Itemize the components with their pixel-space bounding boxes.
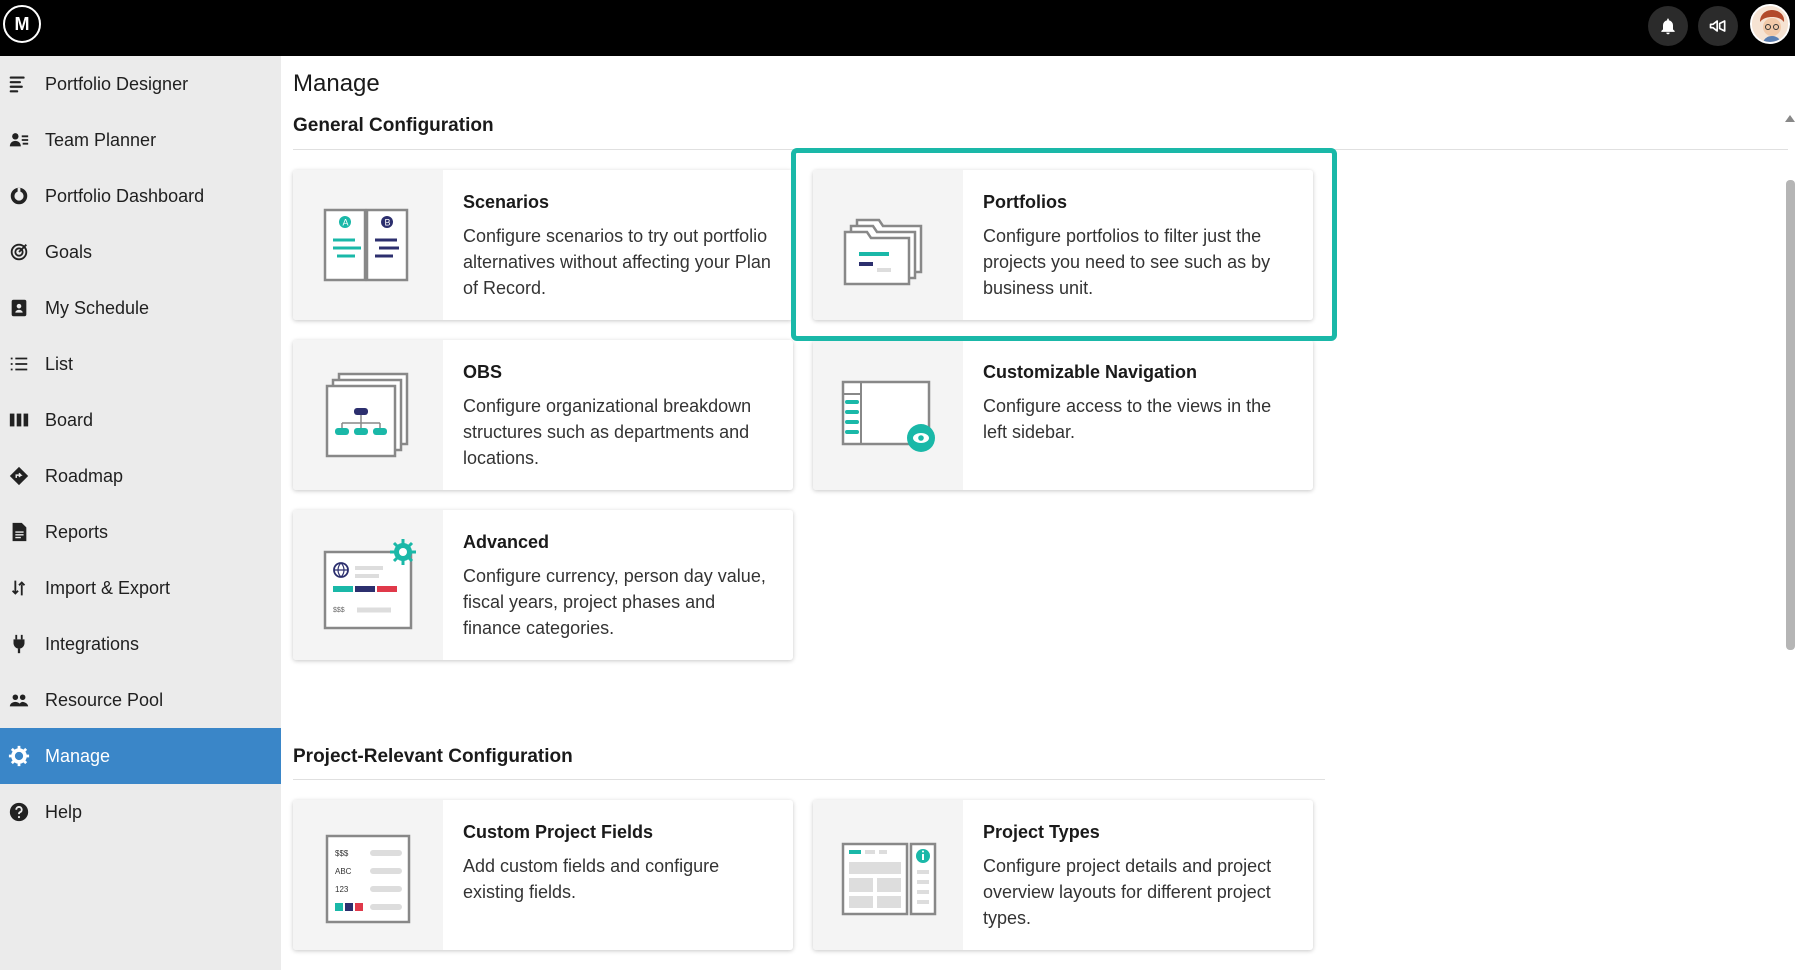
sidebar-item-roadmap[interactable]: Roadmap <box>0 448 281 504</box>
sidebar-item-board[interactable]: Board <box>0 392 281 448</box>
sidebar-item-label: Reports <box>45 521 109 542</box>
dashboard-icon <box>7 184 31 208</box>
sidebar-item-label: Resource Pool <box>45 689 164 710</box>
sidebar-item-import-export[interactable]: Import & Export <box>0 560 281 616</box>
help-icon <box>7 800 31 824</box>
sidebar-item-label: Help <box>45 801 83 822</box>
sidebar-item-goals[interactable]: Goals <box>0 224 281 280</box>
sidebar-item-label: Goals <box>45 241 93 262</box>
card-description: Configure portfolios to filter just the … <box>983 226 1271 298</box>
sidebar-item-portfolio-dashboard[interactable]: Portfolio Dashboard <box>0 168 281 224</box>
sidebar-item-my-schedule[interactable]: My Schedule <box>0 280 281 336</box>
currency-symbol-label: $$$ <box>333 607 345 614</box>
card-title: Custom Project Fields <box>463 822 654 842</box>
field-label: ABC <box>335 867 352 876</box>
board-icon <box>7 408 31 432</box>
gear-icon <box>7 744 31 768</box>
card-title: OBS <box>463 362 503 382</box>
field-label: 123 <box>335 885 349 894</box>
portfolio-designer-icon <box>7 72 31 96</box>
portfolios-folder-icon <box>813 170 963 320</box>
card-title: Project Types <box>983 822 1100 842</box>
sidebar-item-portfolio-designer[interactable]: Portfolio Designer <box>0 56 281 112</box>
sidebar-item-label: Team Planner <box>45 129 157 150</box>
card-description: Add custom fields and configure existing… <box>463 856 720 902</box>
card-description: Configure project details and project ov… <box>983 856 1272 928</box>
card-advanced[interactable]: $$$ Advanced Configure currency, person … <box>293 510 793 660</box>
section-title-project: Project-Relevant Configuration <box>293 746 573 767</box>
sidebar-item-label: Manage <box>45 745 111 766</box>
page-title: Manage <box>293 70 380 97</box>
sidebar-item-label: Import & Export <box>45 577 171 598</box>
plug-icon <box>7 632 31 656</box>
scrollbar-thumb[interactable] <box>1786 180 1795 650</box>
sidebar-item-team-planner[interactable]: Team Planner <box>0 112 281 168</box>
sidebar: Portfolio Designer Team Planner Portfoli… <box>0 56 281 970</box>
custom-fields-icon: $$$ ABC 123 <box>293 800 443 950</box>
advanced-settings-icon: $$$ <box>293 510 443 660</box>
sidebar-item-label: Board <box>45 409 94 430</box>
card-title: Portfolios <box>983 192 1067 212</box>
sidebar-item-resource-pool[interactable]: Resource Pool <box>0 672 281 728</box>
card-custom-project-fields[interactable]: $$$ ABC 123 Custom Project Fields Add cu… <box>293 800 793 950</box>
sidebar-item-list[interactable]: List <box>0 336 281 392</box>
sidebar-item-label: Roadmap <box>45 465 124 486</box>
card-title: Advanced <box>463 532 550 552</box>
card-project-types[interactable]: Project Types Configure project details … <box>813 800 1313 950</box>
sidebar-item-label: Portfolio Dashboard <box>45 185 205 206</box>
svg-text:B: B <box>385 218 391 228</box>
avatar[interactable] <box>1750 4 1790 44</box>
document-icon <box>7 520 31 544</box>
navigation-eye-icon <box>813 340 963 490</box>
card-customizable-navigation[interactable]: Customizable Navigation Configure access… <box>813 340 1313 490</box>
card-obs[interactable]: OBS Configure organizational breakdown s… <box>293 340 793 490</box>
field-label: $$$ <box>335 849 349 858</box>
bell-icon[interactable] <box>1648 6 1688 46</box>
card-description: Configure currency, person day value, fi… <box>463 566 766 638</box>
section-title-general: General Configuration <box>293 115 494 136</box>
card-title: Customizable Navigation <box>983 362 1198 382</box>
card-description: Configure organizational breakdown struc… <box>463 396 752 468</box>
sidebar-item-label: List <box>45 353 74 374</box>
top-bar: M <box>0 0 1795 56</box>
sidebar-item-reports[interactable]: Reports <box>0 504 281 560</box>
obs-hierarchy-icon <box>293 340 443 490</box>
section-divider <box>293 149 1788 150</box>
sidebar-item-integrations[interactable]: Integrations <box>0 616 281 672</box>
card-description: Configure scenarios to try out portfolio… <box>463 226 771 298</box>
card-title: Scenarios <box>463 192 550 212</box>
card-scenarios[interactable]: A B Scenarios Configure scenarios to try… <box>293 170 793 320</box>
sidebar-item-label: My Schedule <box>45 297 150 318</box>
sidebar-item-manage[interactable]: Manage <box>0 728 281 784</box>
card-description: Configure access to the views in the lef… <box>983 396 1272 442</box>
section-divider <box>293 779 1325 780</box>
sidebar-item-label: Integrations <box>45 633 140 654</box>
sidebar-item-help[interactable]: Help <box>0 784 281 840</box>
scroll-up-arrow-icon[interactable] <box>1785 115 1795 122</box>
card-portfolios[interactable]: Portfolios Configure portfolios to filte… <box>813 170 1313 320</box>
sidebar-item-label: Portfolio Designer <box>45 73 189 94</box>
roadmap-icon <box>7 464 31 488</box>
badge-icon <box>7 296 31 320</box>
scenarios-icon: A B <box>293 170 443 320</box>
target-icon <box>7 240 31 264</box>
svg-text:A: A <box>343 218 349 228</box>
import-export-icon <box>7 576 31 600</box>
list-icon <box>7 352 31 376</box>
main-content: Manage General Configuration A B Scenari… <box>281 56 1795 970</box>
megaphone-icon[interactable] <box>1698 6 1738 46</box>
people-icon <box>7 688 31 712</box>
project-types-icon <box>813 800 963 950</box>
team-planner-icon <box>7 128 31 152</box>
app-logo[interactable]: M <box>3 5 41 43</box>
